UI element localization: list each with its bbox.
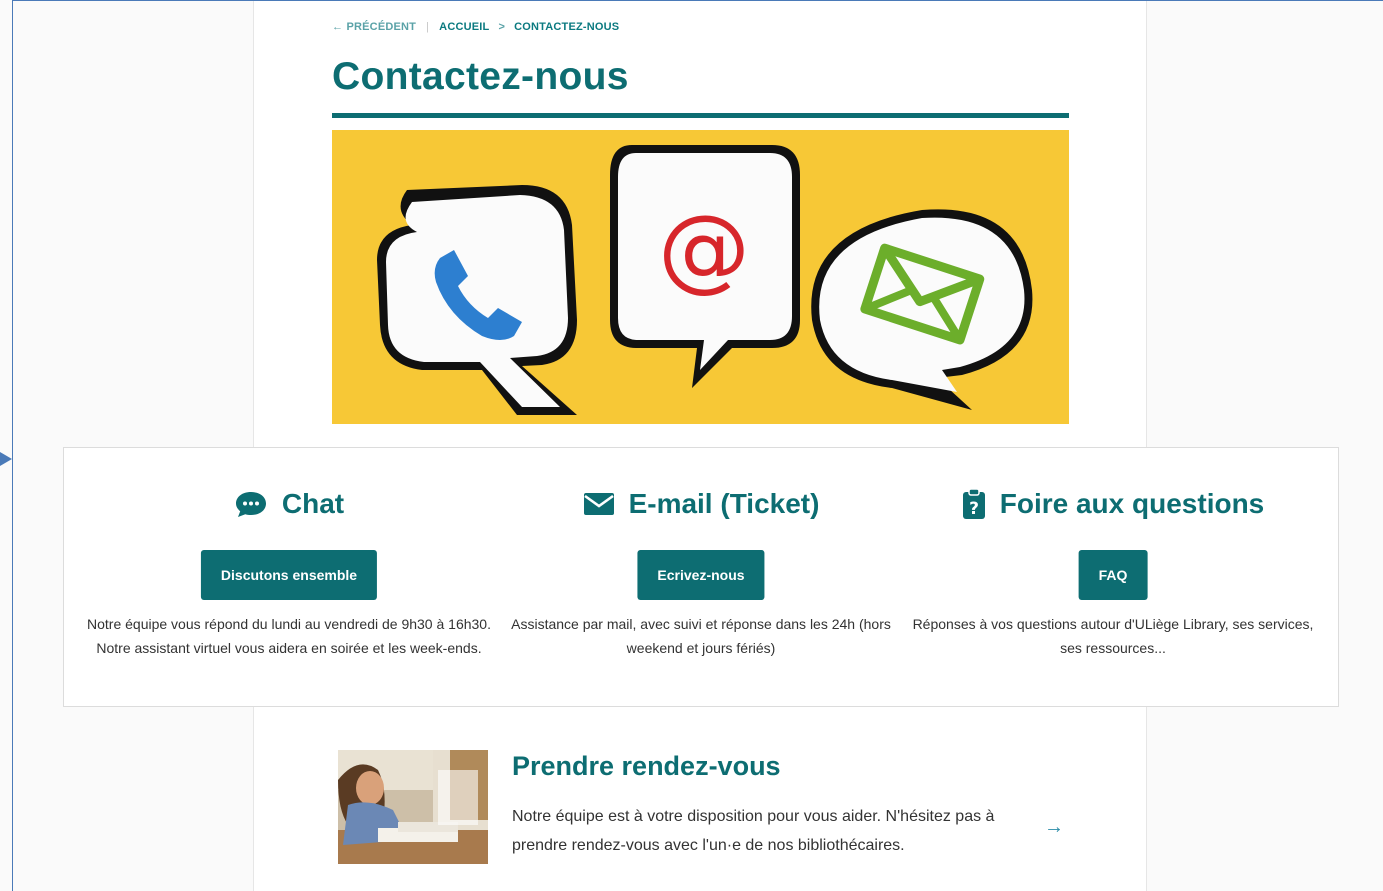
svg-text:?: ? [969,499,979,519]
frame-pointer-icon [0,452,12,466]
appointment-title[interactable]: Prendre rendez-vous [512,751,781,782]
email-description: Assistance par mail, avec suivi et répon… [511,616,891,656]
chat-heading: Chat [84,488,494,520]
question-clipboard-icon: ? [962,488,985,519]
envelope-icon [583,493,614,515]
chat-bubble-icon [235,492,266,517]
contact-options-panel: Chat Discutons ensemble Notre équipe vou… [63,447,1339,707]
breadcrumb-previous-link[interactable]: ← PRÉCÉDENT [332,21,416,33]
appointment-arrow-icon[interactable]: → [1044,817,1064,837]
breadcrumb-divider: | [426,21,430,33]
appointment-photo [338,750,488,864]
title-divider [332,113,1069,118]
faq-heading: ? Foire aux questions [908,488,1318,520]
chat-description: Notre équipe vous répond du lundi au ven… [87,616,491,656]
breadcrumb-current: CONTACTEZ-NOUS [514,21,620,33]
chat-title: Chat [281,488,345,519]
email-heading: E-mail (Ticket) [496,488,906,520]
chat-button[interactable]: Discutons ensemble [200,550,378,600]
page-title: Contactez-nous [332,55,629,98]
email-button[interactable]: Ecrivez-nous [637,550,765,600]
breadcrumb-separator: > [498,21,506,33]
faq-title: Foire aux questions [999,488,1265,519]
breadcrumb-home-link[interactable]: ACCUEIL [439,21,489,33]
faq-description: Réponses à vos questions autour d'ULiège… [912,616,1314,656]
hero-image: @ [332,130,1069,424]
at-sign-icon: @ [658,195,750,302]
appointment-text: Notre équipe est à votre disposition pou… [512,808,995,854]
breadcrumb: ← PRÉCÉDENT | ACCUEIL > CONTACTEZ-NOUS [332,21,619,33]
faq-button[interactable]: FAQ [1078,550,1148,600]
email-title: E-mail (Ticket) [628,488,820,519]
